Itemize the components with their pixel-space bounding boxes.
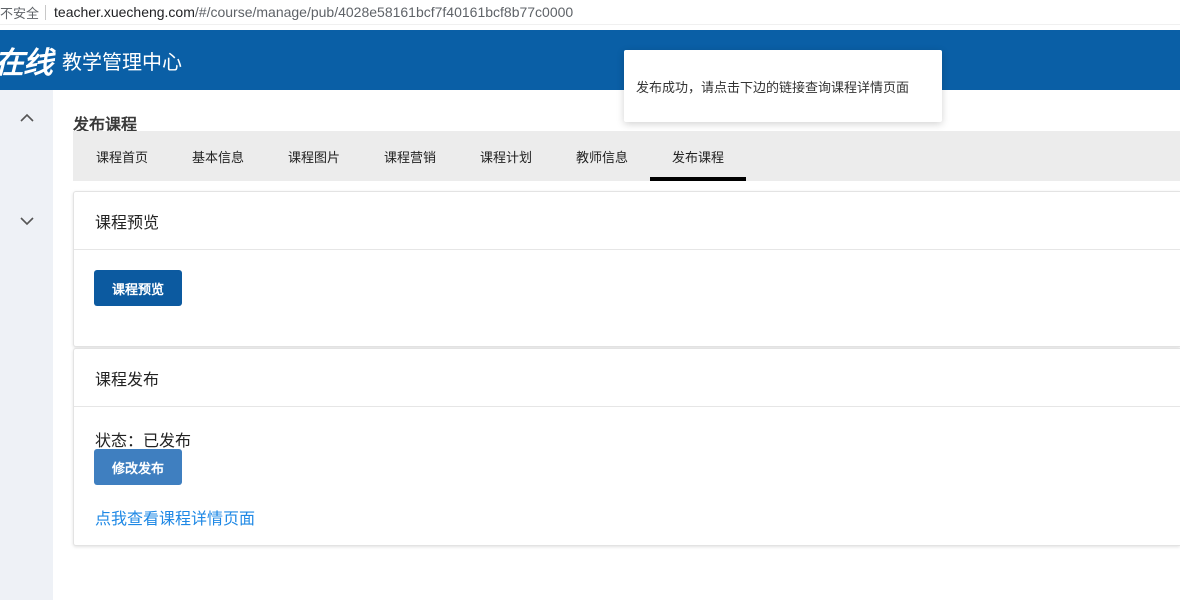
- address-separator: [45, 4, 47, 20]
- app-title: 教学管理中心: [62, 49, 182, 74]
- sidebar: [0, 90, 53, 600]
- tab-course-images[interactable]: 课程图片: [266, 131, 362, 181]
- publish-card: 课程发布 状态：已发布 修改发布 点我查看课程详情页面: [73, 348, 1180, 546]
- course-tabs: 课程首页 基本信息 课程图片 课程营销 课程计划 教师信息 发布课程: [73, 131, 1180, 181]
- success-toast: 发布成功，请点击下边的链接查询课程详情页面: [624, 50, 942, 122]
- tab-course-plan[interactable]: 课程计划: [458, 131, 554, 181]
- main-content: 发布课程 课程首页 基本信息 课程图片 课程营销 课程计划 教师信息 发布课程 …: [73, 90, 1180, 600]
- url-host: teacher.xuecheng.com: [54, 4, 195, 20]
- preview-card-title: 课程预览: [74, 192, 1180, 250]
- toast-message: 发布成功，请点击下边的链接查询课程详情页面: [636, 80, 910, 96]
- tab-label: 课程首页: [95, 150, 148, 166]
- tab-course-home[interactable]: 课程首页: [74, 131, 170, 181]
- url-text[interactable]: teacher.xuecheng.com/#/course/manage/pub…: [54, 4, 573, 20]
- tab-label: 教师信息: [575, 150, 628, 166]
- chevron-down-icon[interactable]: [18, 212, 36, 230]
- tab-label: 课程计划: [479, 150, 532, 166]
- tab-label: 基本信息: [191, 150, 244, 166]
- tab-course-marketing[interactable]: 课程营销: [362, 131, 458, 181]
- chevron-up-icon[interactable]: [18, 109, 36, 127]
- app-header: 在线 教学管理中心: [0, 30, 1180, 90]
- insecure-indicator[interactable]: 不安全: [0, 3, 39, 22]
- tab-publish-course[interactable]: 发布课程: [650, 131, 746, 181]
- preview-card: 课程预览 课程预览: [73, 191, 1180, 347]
- browser-address-bar[interactable]: 不安全 teacher.xuecheng.com/#/course/manage…: [0, 0, 1180, 25]
- tab-label: 课程营销: [383, 150, 436, 166]
- tab-label: 课程图片: [287, 150, 340, 166]
- publish-card-title: 课程发布: [74, 349, 1180, 407]
- tab-basic-info[interactable]: 基本信息: [170, 131, 266, 181]
- publish-status: 状态：已发布: [95, 431, 192, 450]
- url-path: /#/course/manage/pub/4028e58161bcf7f4016…: [194, 4, 574, 20]
- course-preview-button[interactable]: 课程预览: [94, 270, 182, 306]
- logo[interactable]: 在线: [0, 38, 53, 82]
- tab-teacher-info[interactable]: 教师信息: [554, 131, 650, 181]
- tab-label: 发布课程: [671, 150, 724, 166]
- modify-publish-button[interactable]: 修改发布: [94, 449, 182, 485]
- course-detail-link[interactable]: 点我查看课程详情页面: [95, 505, 255, 529]
